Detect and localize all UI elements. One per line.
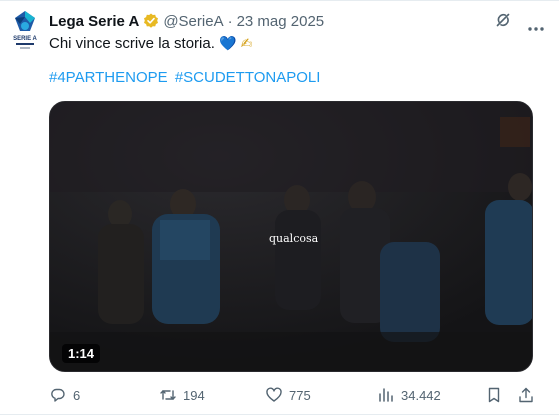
views-icon xyxy=(379,388,393,402)
heart-icon xyxy=(266,387,282,402)
bookmark-button[interactable] xyxy=(485,385,503,405)
serie-a-logo-icon: SERIE A xyxy=(13,11,38,49)
svg-text:SERIE A: SERIE A xyxy=(13,36,37,42)
reply-icon xyxy=(51,388,65,402)
writing-hand-emoji: ✍ xyxy=(240,36,253,52)
verified-badge-icon xyxy=(143,13,159,29)
blue-heart-emoji: 💙 xyxy=(219,36,237,52)
tweet-header: Lega Serie A @SerieA · 23 mag 2025 xyxy=(49,11,324,31)
hashtag-link[interactable]: #SCUDETTONAPOLI xyxy=(175,69,321,86)
tweet-date[interactable]: 23 mag 2025 xyxy=(237,13,325,30)
tweet-text: Chi vince scrive la storia. 💙 ✍ xyxy=(49,34,252,54)
avatar[interactable]: SERIE A xyxy=(8,9,42,51)
tweet-actions: 6 194 775 34.442 xyxy=(49,385,543,405)
header-separator: · xyxy=(227,12,233,30)
tweet-hashtags: #4PARTHENOPE #SCUDETTONAPOLI xyxy=(49,68,323,88)
share-button[interactable] xyxy=(517,385,535,405)
retweet-button[interactable]: 194 xyxy=(159,385,205,405)
tweet-text-body: Chi vince scrive la storia. xyxy=(49,35,215,52)
video-caption: qualcosa xyxy=(269,232,319,245)
more-icon[interactable] xyxy=(527,18,545,31)
video-player[interactable]: qualcosa 1:14 xyxy=(49,101,533,372)
grok-icon[interactable] xyxy=(494,11,512,29)
views-button[interactable]: 34.442 xyxy=(377,385,441,405)
reply-button[interactable]: 6 xyxy=(49,385,80,405)
views-count: 34.442 xyxy=(401,387,441,403)
tweet[interactable]: SERIE A Lega Serie A @SerieA · 23 mag 20… xyxy=(0,0,559,415)
share-icon xyxy=(519,387,533,403)
hashtag-link[interactable]: #4PARTHENOPE xyxy=(49,69,168,86)
author-name[interactable]: Lega Serie A xyxy=(49,13,139,30)
author-handle[interactable]: @SerieA xyxy=(163,13,223,30)
retweet-count: 194 xyxy=(183,387,205,403)
bookmark-icon xyxy=(488,387,500,403)
like-count: 775 xyxy=(289,387,311,403)
retweet-icon xyxy=(160,390,176,400)
reply-count: 6 xyxy=(73,387,81,403)
like-button[interactable]: 775 xyxy=(265,385,311,405)
video-duration-badge: 1:14 xyxy=(62,344,101,363)
